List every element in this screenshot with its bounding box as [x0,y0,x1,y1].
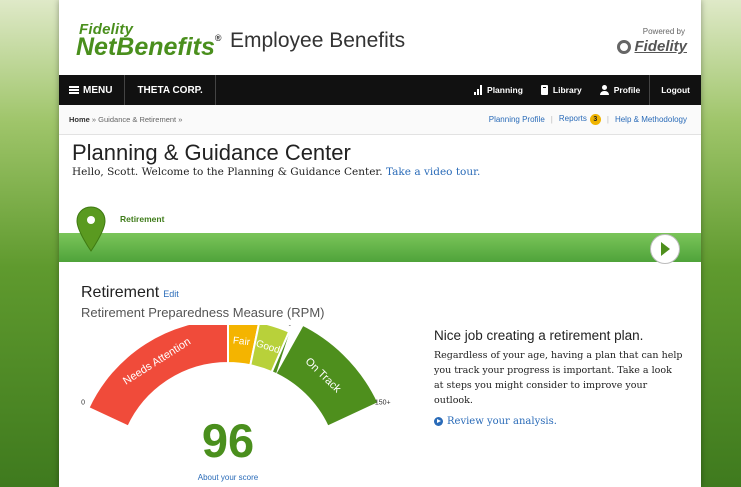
powered-by-label: Powered by [642,27,685,36]
divider: | [550,115,553,124]
bar-chart-icon [474,85,483,95]
video-tour-link[interactable]: Take a video tour. [386,166,480,178]
main-nav: MENU THETA CORP. Planning Library Profil… [59,75,701,105]
utility-links: Planning Profile | Reports 3 | Help & Met… [489,114,687,125]
powered-by-logo-text: Fidelity [634,38,687,55]
divider: | [606,115,609,124]
netbenefits-logo-text: NetBenefits [76,33,215,61]
logout-button[interactable]: Logout [649,75,701,105]
menu-button[interactable]: MENU [59,75,126,105]
planning-profile-link[interactable]: Planning Profile [489,115,545,124]
rpm-score: 96 [201,414,255,467]
next-arrow-button[interactable] [650,234,680,264]
breadcrumb-trail: » Guidance & Retirement » [89,115,183,124]
site-title: Employee Benefits [230,29,406,52]
breadcrumb-home[interactable]: Home [69,115,90,124]
review-analysis-label: Review your analysis. [447,416,557,427]
chevron-right-icon [661,242,670,256]
edit-link[interactable]: Edit [163,289,179,299]
message-body: Regardless of your age, having a plan th… [434,350,683,406]
message-title: Nice job creating a retirement plan. [434,328,644,343]
play-circle-icon [434,417,443,426]
brand-header: Fidelity NetBenefits® Employee Benefits … [59,0,701,75]
powered-by-logo: Fidelity [617,38,687,55]
gauge-max-label: 150+ [375,400,391,407]
book-icon [540,85,548,95]
nav-library-label: Library [552,85,582,95]
track-retirement-label[interactable]: Retirement [120,214,164,224]
company-name[interactable]: THETA CORP. [125,75,216,105]
nav-profile[interactable]: Profile [591,75,649,105]
review-analysis-link[interactable]: Review your analysis. [434,416,557,427]
nav-library[interactable]: Library [532,75,591,105]
retirement-section-title: Retirement Edit [81,284,179,302]
nav-planning[interactable]: Planning [465,75,532,105]
nav-planning-label: Planning [487,85,523,95]
menu-label: MENU [83,84,113,96]
reports-link[interactable]: Reports 3 [559,114,601,125]
help-methodology-link[interactable]: Help & Methodology [615,115,687,124]
sub-header: Home » Guidance & Retirement » Planning … [59,105,701,135]
gauge-label-fair: Fair [232,335,251,348]
progress-track [59,233,701,262]
reports-count-badge: 3 [589,114,601,125]
welcome-text: Hello, Scott. Welcome to the Planning & … [72,166,383,178]
person-icon [599,85,609,95]
rpm-label: Retirement Preparedness Measure (RPM) [81,305,325,320]
map-pin-icon[interactable] [76,206,106,252]
netbenefits-logo[interactable]: NetBenefits® [76,33,222,62]
nav-profile-label: Profile [613,85,641,95]
breadcrumb: Home » Guidance & Retirement » [69,115,182,124]
app-window: Fidelity NetBenefits® Employee Benefits … [59,0,701,487]
gauge-min-label: 0 [81,400,85,407]
page-title: Planning & Guidance Center [72,140,351,165]
registered-mark: ® [214,33,222,43]
retirement-title-text: Retirement [81,284,160,301]
reports-link-label: Reports [558,114,587,123]
hamburger-icon [69,86,79,94]
nav-right-group: Planning Library Profile Logout [465,75,701,105]
welcome-message: Hello, Scott. Welcome to the Planning & … [72,166,480,178]
about-score-link[interactable]: About your score [177,473,279,482]
fidelity-ring-icon [617,39,632,54]
gauge-segment-needs-attention [87,325,229,428]
